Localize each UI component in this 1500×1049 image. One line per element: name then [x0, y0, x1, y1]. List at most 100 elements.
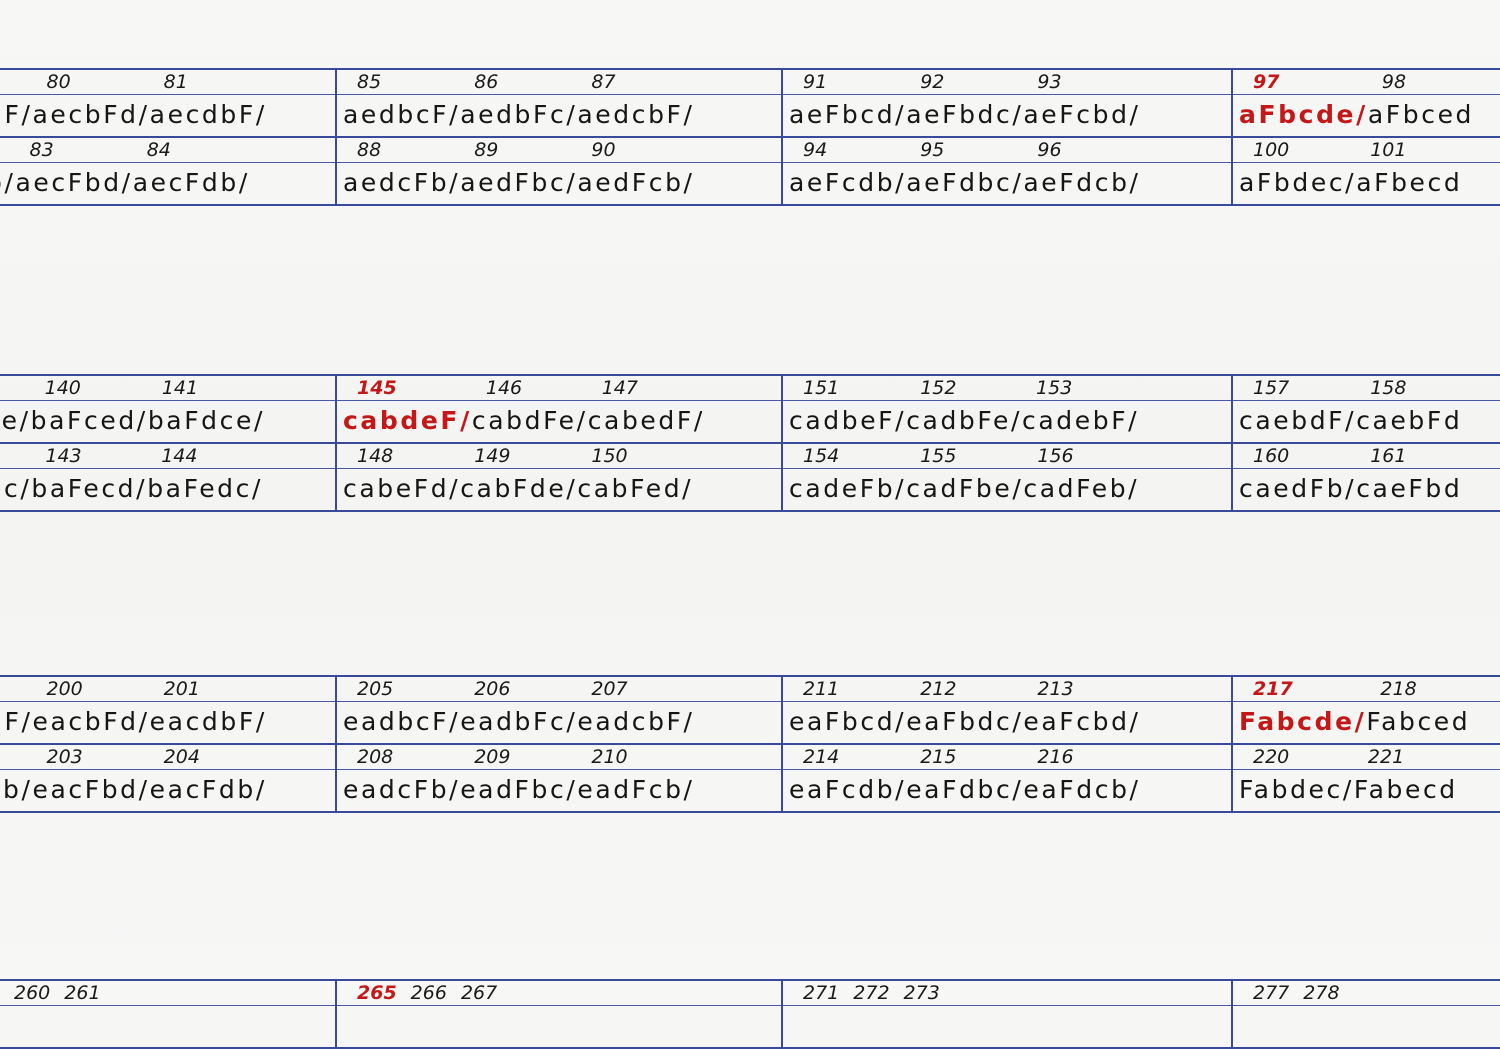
table-section: 145cabdeF/146cabdFe/147cabedF/ [335, 376, 781, 442]
entry-permutation: cabeFd/ [343, 468, 460, 510]
permutation-entry: 207eadcbF/ [577, 677, 694, 743]
entry-number: 88 [343, 138, 460, 162]
permutation-entry: 273 [890, 981, 940, 1047]
table-section: 97aFbcde/98aFbced [1231, 70, 1500, 136]
permutation-entry: 95aeFdbc/ [906, 138, 1023, 204]
entry-number [0, 376, 31, 400]
entry-number [0, 138, 16, 162]
permutation-entry: 212eaFbdc/ [906, 677, 1023, 743]
entry-permutation: b/ [0, 162, 16, 204]
entry-number: 205 [343, 677, 460, 701]
entry-permutation: eacdbF/ [150, 701, 267, 743]
table-section: 94aeFcdb/95aeFdbc/96aeFdcb/ [781, 138, 1231, 204]
entry-number: 95 [906, 138, 1023, 162]
permutation-entry: 152cadbFe/ [906, 376, 1022, 442]
table-section: dF/200eacbFd/201eacdbF/ [0, 677, 335, 743]
entry-number: 218 [1366, 677, 1470, 701]
entry-number: 204 [150, 745, 267, 769]
entry-number: 267 [447, 981, 497, 1005]
entry-number: 145 [343, 376, 472, 400]
permutation-entry: 155cadFbe/ [906, 444, 1023, 510]
entry-permutation: aeFcbd/ [1023, 94, 1140, 136]
entry-number: 141 [148, 376, 265, 400]
entry-permutation: eadFcb/ [577, 769, 694, 811]
permutation-entry: 84aecFdb/ [133, 138, 250, 204]
entry-permutation: cabedF/ [588, 400, 705, 442]
permutation-entry: 215eaFdbc/ [906, 745, 1023, 811]
entry-permutation: eadcbF/ [577, 701, 694, 743]
table-section: dF/80aecbFd/81aecdbF/ [0, 70, 335, 136]
permutation-entry: 205eadbcF/ [343, 677, 460, 743]
entry-permutation: aeFbdc/ [906, 94, 1023, 136]
permutation-entry: 150cabFed/ [577, 444, 693, 510]
table-section: 271272273 [781, 981, 1231, 1047]
permutation-entry: 100aFbdec/ [1239, 138, 1356, 204]
permutation-entry: 85aedbcF/ [343, 70, 460, 136]
entry-number: 158 [1356, 376, 1462, 400]
entry-number: 101 [1356, 138, 1462, 162]
entry-number: 203 [32, 745, 149, 769]
table-section: 277278 [1231, 981, 1500, 1047]
entry-number: 201 [150, 677, 267, 701]
entry-number: 156 [1023, 444, 1139, 468]
permutation-entry: 157caebdF/ [1239, 376, 1356, 442]
entry-permutation: eaFdcb/ [1023, 769, 1140, 811]
entry-number: 272 [839, 981, 889, 1005]
permutation-entry: 161caeFbd [1356, 444, 1462, 510]
table-section: 91aeFbcd/92aeFbdc/93aeFcbd/ [781, 70, 1231, 136]
permutation-entry: 144baFedc/ [147, 444, 263, 510]
entry-number: 271 [789, 981, 839, 1005]
entry-permutation: aeFdbc/ [906, 162, 1023, 204]
entry-permutation: aedcbF/ [577, 94, 694, 136]
permutation-entry: 154cadeFb/ [789, 444, 906, 510]
permutation-entry: 86aedbFc/ [460, 70, 577, 136]
table-row: dF/200eacbFd/201eacdbF/205eadbcF/206eadb… [0, 675, 1500, 743]
table-row: dF/80aecbFd/81aecdbF/85aedbcF/86aedbFc/8… [0, 68, 1500, 136]
table-section: 220Fabdec/221Fabecd [1231, 745, 1500, 811]
table-section: 205eadbcF/206eadbFc/207eadcbF/ [335, 677, 781, 743]
table-block: dF/200eacbFd/201eacdbF/205eadbcF/206eadb… [0, 675, 1500, 813]
entry-permutation: Fb/ [0, 769, 32, 811]
entry-permutation: cadeFb/ [789, 468, 906, 510]
table-section: 88aedcFb/89aedFbc/90aedFcb/ [335, 138, 781, 204]
entry-number: 213 [1023, 677, 1140, 701]
entry-number: 80 [32, 70, 149, 94]
table-row: Fe/140baFced/141baFdce/145cabdeF/146cabd… [0, 374, 1500, 442]
entry-number [0, 70, 32, 94]
entry-number: 149 [460, 444, 577, 468]
entry-number: 208 [343, 745, 460, 769]
entry-permutation: eacFbd/ [32, 769, 149, 811]
entry-permutation: eaFbcd/ [789, 701, 906, 743]
permutation-entry: 218Fabced [1366, 677, 1470, 743]
permutation-entry: 266 [397, 981, 447, 1047]
entry-permutation: Fe/ [0, 400, 31, 442]
entry-number: 215 [906, 745, 1023, 769]
entry-number: 144 [147, 444, 263, 468]
permutation-entry: 145cabdeF/ [343, 376, 472, 442]
entry-permutation: eacbFd/ [32, 701, 149, 743]
permutation-entry: 156cadFeb/ [1023, 444, 1139, 510]
entry-permutation [50, 1005, 100, 1047]
permutation-entry: 260 [0, 981, 50, 1047]
entry-number: 273 [890, 981, 940, 1005]
entry-number: 209 [460, 745, 577, 769]
permutation-entry: 88aedcFb/ [343, 138, 460, 204]
entry-permutation: aFbced [1368, 94, 1474, 136]
table-section: 151cadbeF/152cadbFe/153cadebF/ [781, 376, 1231, 442]
permutation-entry: 201eacdbF/ [150, 677, 267, 743]
entry-number: 278 [1289, 981, 1339, 1005]
entry-number: 93 [1023, 70, 1140, 94]
entry-number: 260 [0, 981, 50, 1005]
entry-number: 206 [460, 677, 577, 701]
entry-number: 207 [577, 677, 694, 701]
entry-number: 98 [1368, 70, 1474, 94]
entry-permutation [397, 1005, 447, 1047]
entry-number: 96 [1023, 138, 1140, 162]
permutation-entry: 217Fabcde/ [1239, 677, 1366, 743]
entry-permutation: eaFcbd/ [1023, 701, 1140, 743]
permutation-entry: 153cadebF/ [1022, 376, 1139, 442]
table-section: 148cabeFd/149cabFde/150cabFed/ [335, 444, 781, 510]
permutation-entry: 143baFecd/ [31, 444, 147, 510]
entry-number: 155 [906, 444, 1023, 468]
entry-permutation: dF/ [0, 94, 32, 136]
